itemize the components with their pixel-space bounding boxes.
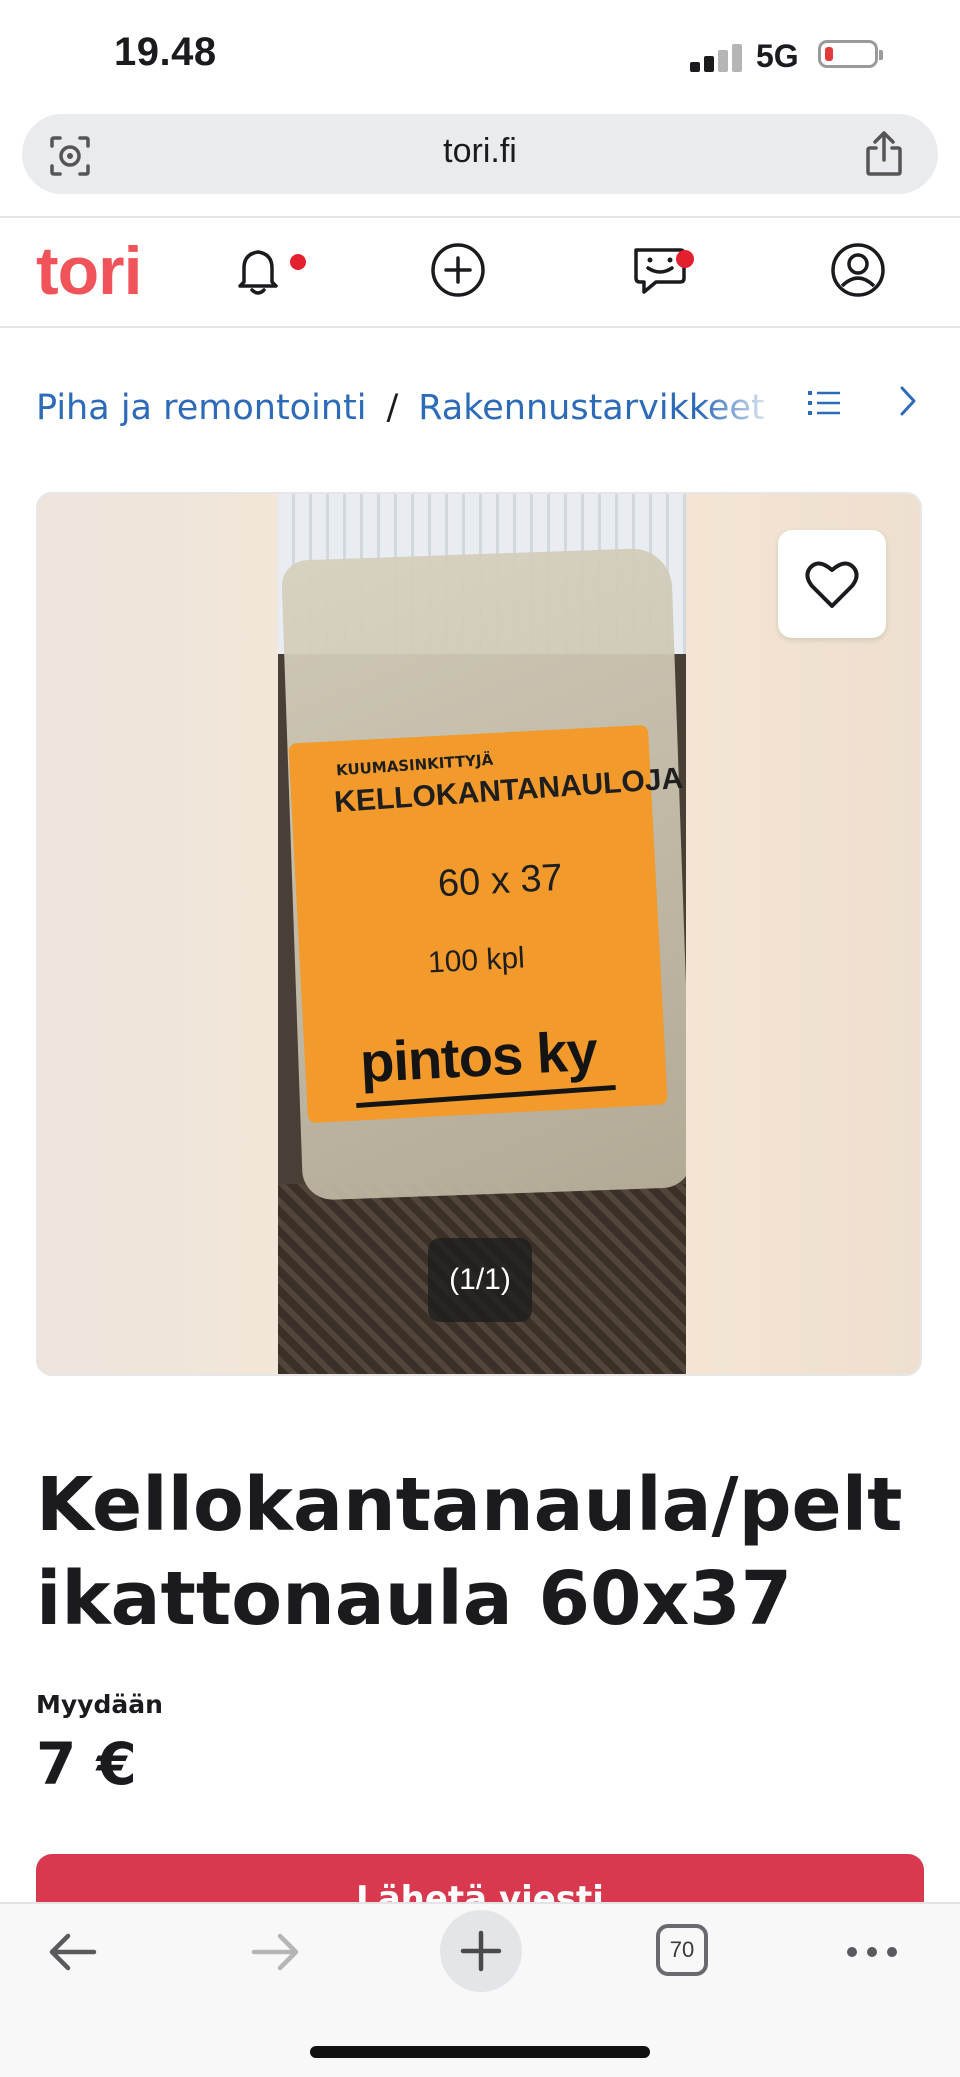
message-dot [676,250,694,268]
breadcrumb: Piha ja remontointi/Rakennustarvikkeet j… [36,388,766,428]
divider [0,216,960,218]
breadcrumb-separator: / [386,388,399,428]
forward-arrow-icon[interactable] [246,1922,306,1982]
photo-text: 60 x 37 [436,856,564,906]
divider [0,326,960,328]
chevron-right-icon[interactable] [894,384,922,418]
heart-icon [805,561,859,608]
profile-icon[interactable] [828,240,888,300]
image-counter: (1/1) [428,1238,532,1322]
price-label: Myydään [36,1690,163,1719]
plus-icon [460,1930,502,1972]
back-arrow-icon[interactable] [42,1922,102,1982]
network-type: 5G [756,38,799,74]
new-tab-button[interactable] [440,1910,522,1992]
tori-logo[interactable]: tori [36,232,143,310]
status-time: 19.48 [114,30,217,74]
messages-icon[interactable] [630,240,690,300]
photo-text: 100 kpl [427,941,526,980]
breadcrumb-item[interactable]: Piha ja remontointi [36,388,366,428]
breadcrumb-fade [700,380,780,440]
notifications-bell-icon[interactable] [228,240,288,300]
signal-icon [690,40,742,72]
home-indicator [310,2046,650,2058]
price: 7 € [36,1730,137,1798]
tabs-button[interactable]: 70 [656,1924,708,1976]
favorite-button[interactable] [778,530,886,638]
battery-icon [818,40,883,68]
photo-text: pintos ky [358,1018,599,1095]
add-listing-icon[interactable] [428,240,488,300]
list-icon[interactable] [808,386,842,420]
more-menu-icon[interactable] [842,1922,902,1982]
notification-dot [290,254,306,270]
listing-title: Kellokantanaula/peltikattonaula 60x37 [36,1462,903,1642]
url-text[interactable]: tori.fi [0,132,960,171]
share-icon[interactable] [862,130,906,178]
